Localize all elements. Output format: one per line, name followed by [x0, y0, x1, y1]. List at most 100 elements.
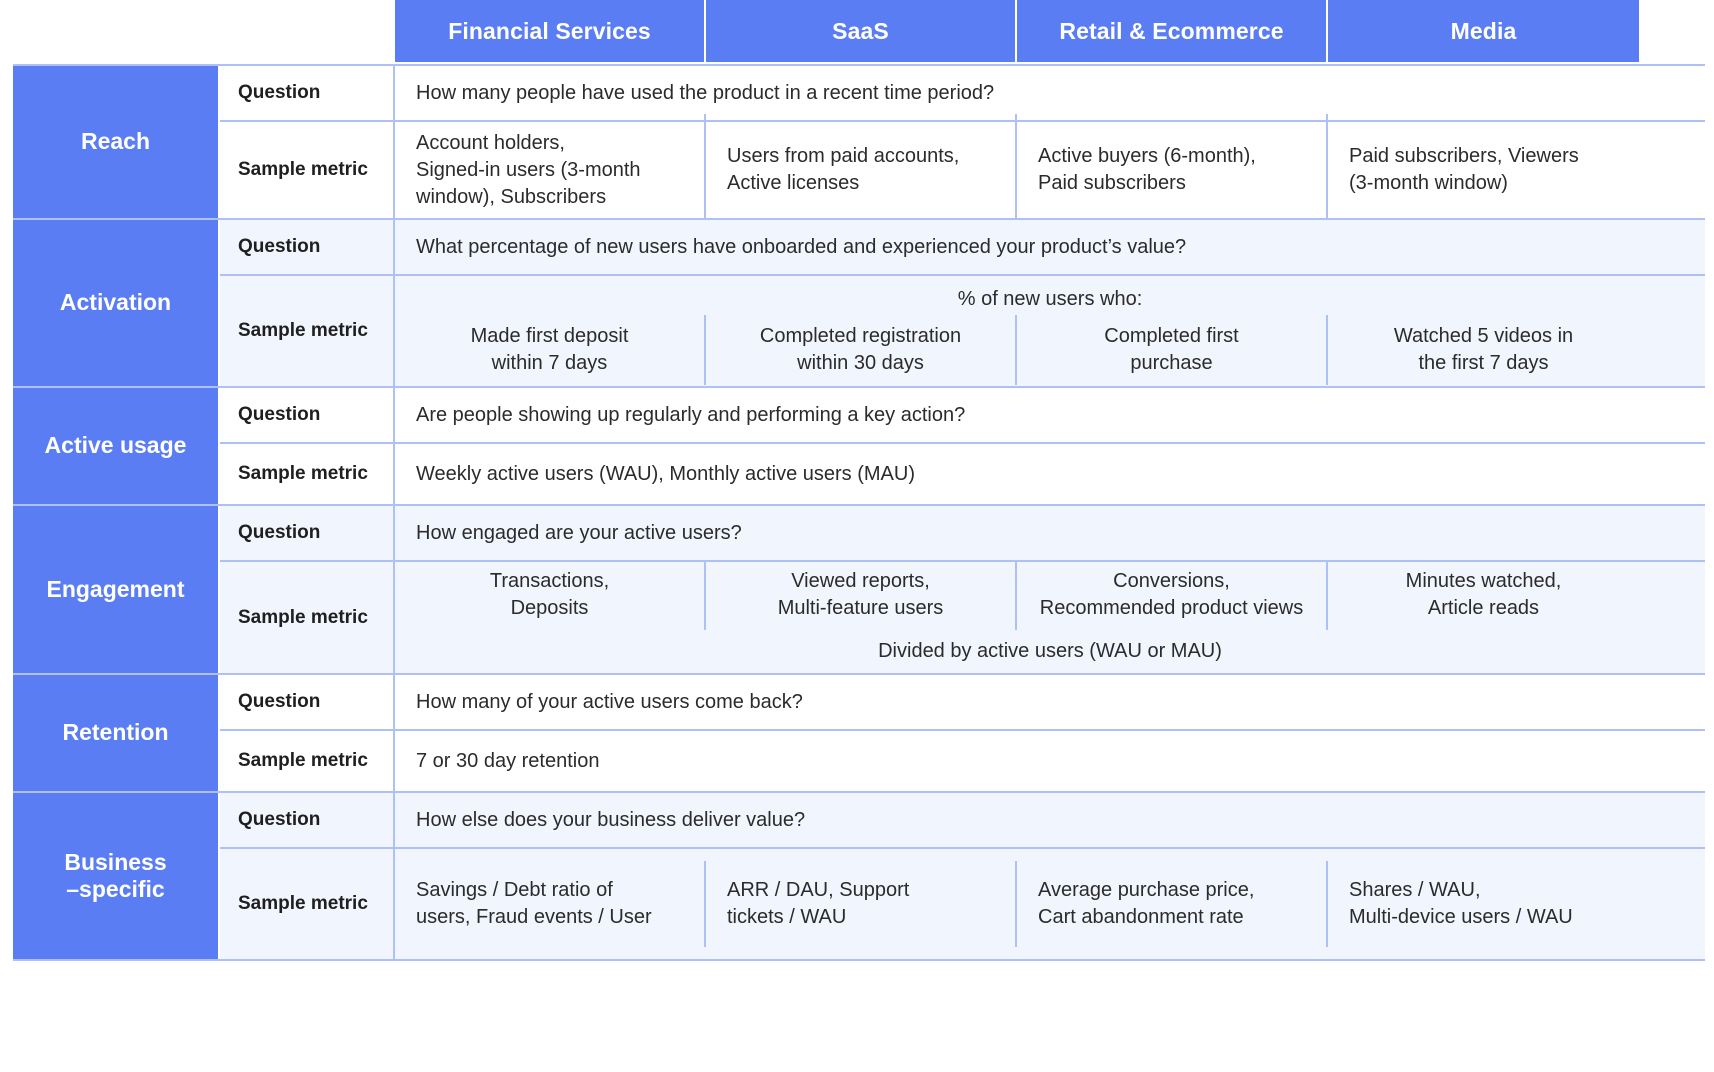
band-body: Question How engaged are your active user… [220, 506, 1705, 673]
band-body: Question How else does your business deli… [220, 793, 1705, 959]
sample-metric-row: Sample metric Savings / Debt ratio of user… [220, 849, 1705, 959]
category-label-line: –specific [66, 876, 165, 902]
band-reach: Reach Question How many people have used t… [13, 64, 1705, 227]
category-label-line: Retention [62, 719, 169, 746]
question-text: How many people have used the product in… [416, 81, 995, 104]
metric-cell: Active buyers (6-month), Paid subscribers [1017, 113, 1328, 227]
sample-metric-body: Account holders, Signed-in users (3-month… [395, 113, 1705, 227]
question-row: Question How many of your active users co… [220, 675, 1705, 731]
category-label-line: Active usage [44, 432, 187, 459]
category-label-line: Activation [59, 289, 172, 316]
row-label-question: Question [220, 506, 395, 560]
question-text: How engaged are your active users? [416, 521, 742, 544]
row-label-question: Question [220, 220, 395, 274]
metric-cell: Made first deposit within 7 days [395, 314, 706, 385]
metrics-framework-table: Financial Services SaaS Retail & Ecommer… [13, 0, 1705, 961]
sample-metric-body: % of new users who: Made first deposit wit… [395, 276, 1705, 386]
category-label-business: Business –specific [13, 793, 220, 959]
metric-cell: Users from paid accounts, Active licenses [706, 113, 1017, 227]
row-label-sample-metric: Sample metric [220, 562, 395, 673]
sample-metric-cells: Account holders, Signed-in users (3-month… [395, 113, 1705, 227]
column-header-financial-services: Financial Services [395, 0, 706, 62]
row-label-question: Question [220, 66, 395, 120]
category-label-line: Business [64, 848, 167, 875]
question-row: Question How else does your business deli… [220, 793, 1705, 849]
column-header-media: Media [1328, 0, 1639, 62]
band-activation: Activation Question What percentage of new… [13, 218, 1705, 386]
question-body: How else does your business deliver valu… [395, 793, 1705, 847]
band-business: Business –specific Question How else does y… [13, 791, 1705, 961]
table-header-row: Financial Services SaaS Retail & Ecommer… [13, 0, 1705, 62]
question-text: Are people showing up regularly and perf… [416, 403, 966, 426]
question-body: Are people showing up regularly and perf… [395, 388, 1705, 442]
metric-cell: Shares / WAU, Multi-device users / WAU [1349, 879, 1573, 928]
category-label-line: Reach [80, 128, 151, 155]
band-retention: Retention Question How many of your active… [13, 673, 1705, 791]
category-label-reach: Reach [13, 66, 220, 218]
band-body: Question How many of your active users co… [220, 675, 1705, 791]
category-label-engagement: Engagement [13, 506, 220, 673]
question-body: How many people have used the product in… [395, 66, 1705, 120]
sample-metric-body: Savings / Debt ratio of users, Fraud even… [395, 849, 1705, 959]
sample-metric-row: Sample metric % of new users who: Made fir… [220, 276, 1705, 386]
metric-cell: Viewed reports, Multi-feature users [706, 560, 1017, 630]
row-label-sample-metric: Sample metric [220, 849, 395, 959]
column-header-label: Financial Services [448, 17, 651, 44]
column-header-label: Media [1450, 17, 1517, 44]
question-body: What percentage of new users have onboar… [395, 220, 1705, 274]
category-label-active: Active usage [13, 388, 220, 504]
column-header-label: SaaS [832, 17, 889, 44]
sample-metric-row: Sample metric Account holders, Signed-in u… [220, 113, 1705, 227]
question-body: How many of your active users come back? [395, 675, 1705, 729]
column-header-saas: SaaS [706, 0, 1017, 62]
question-text: How many of your active users come back? [416, 690, 803, 713]
sample-metric-row: Sample metric Weekly active users (WAU), … [220, 444, 1705, 504]
sample-metric-body: 7 or 30 day retention [395, 731, 1705, 791]
category-label-line: Engagement [46, 575, 185, 602]
metric-cell: Transactions, Deposits [395, 560, 706, 630]
metric-cell: Average purchase price, Cart abandonment … [1017, 861, 1328, 947]
band-body: Question How many people have used the pr… [220, 66, 1705, 227]
question-row: Question Are people showing up regularly … [220, 388, 1705, 444]
question-body: How engaged are your active users? [395, 506, 1705, 560]
band-engagement: Engagement Question How engaged are your a… [13, 504, 1705, 673]
row-label-sample-metric: Sample metric [220, 122, 395, 218]
column-header-label: Retail & Ecommerce [1059, 17, 1284, 44]
band-body: Question What percentage of new users hav… [220, 220, 1705, 386]
column-header-retail-ecommerce: Retail & Ecommerce [1017, 0, 1328, 62]
band-body: Question Are people showing up regularly … [220, 388, 1705, 504]
sample-metric-row: Sample metric Transactions, Deposits Viewed… [220, 560, 1705, 673]
question-row: Question How engaged are your active user… [220, 506, 1705, 562]
metric-cell: Savings / Debt ratio of users, Fraud even… [395, 861, 706, 947]
category-label-activation: Activation [13, 220, 220, 386]
sample-metric-body: Weekly active users (WAU), Monthly activ… [395, 444, 1705, 504]
row-label-sample-metric: Sample metric [220, 276, 395, 386]
sample-metric-text: Weekly active users (WAU), Monthly activ… [416, 462, 915, 485]
row-label-question: Question [220, 388, 395, 442]
sample-metric-footnote: Divided by active users (WAU or MAU) [878, 640, 1222, 662]
sample-metric-body: Transactions, Deposits Viewed reports, Mult… [395, 560, 1705, 673]
metric-cell: Completed first purchase [1017, 314, 1328, 385]
header-spacer-cell [13, 0, 395, 62]
row-label-question: Question [220, 793, 395, 847]
metric-cell: Account holders, Signed-in users (3-month… [395, 113, 706, 227]
sample-metric-cells: Savings / Debt ratio of users, Fraud even… [395, 861, 1705, 947]
sample-metric-subhead: % of new users who: [957, 287, 1143, 310]
row-label-sample-metric: Sample metric [220, 731, 395, 791]
sample-metric-text: 7 or 30 day retention [416, 749, 600, 772]
question-text: How else does your business deliver valu… [416, 808, 806, 831]
table-body: Reach Question How many people have used t… [13, 64, 1705, 961]
metric-cell: Paid subscribers, Viewers (3-month window… [1349, 145, 1579, 194]
question-row: Question What percentage of new users hav… [220, 220, 1705, 276]
question-text: What percentage of new users have onboar… [416, 235, 1187, 258]
metric-cell: Completed registration within 30 days [706, 314, 1017, 385]
sample-metric-cells: Transactions, Deposits Viewed reports, Mult… [395, 560, 1705, 630]
metric-cell: ARR / DAU, Support tickets / WAU [706, 861, 1017, 947]
category-label-retention: Retention [13, 675, 220, 791]
metric-cell: Conversions, Recommended product views [1017, 560, 1328, 630]
sample-metric-row: Sample metric 7 or 30 day retention [220, 731, 1705, 791]
row-label-question: Question [220, 675, 395, 729]
row-label-sample-metric: Sample metric [220, 444, 395, 504]
metric-cell: Watched 5 videos in the first 7 days [1393, 324, 1574, 374]
band-active: Active usage Question Are people showing u… [13, 386, 1705, 504]
